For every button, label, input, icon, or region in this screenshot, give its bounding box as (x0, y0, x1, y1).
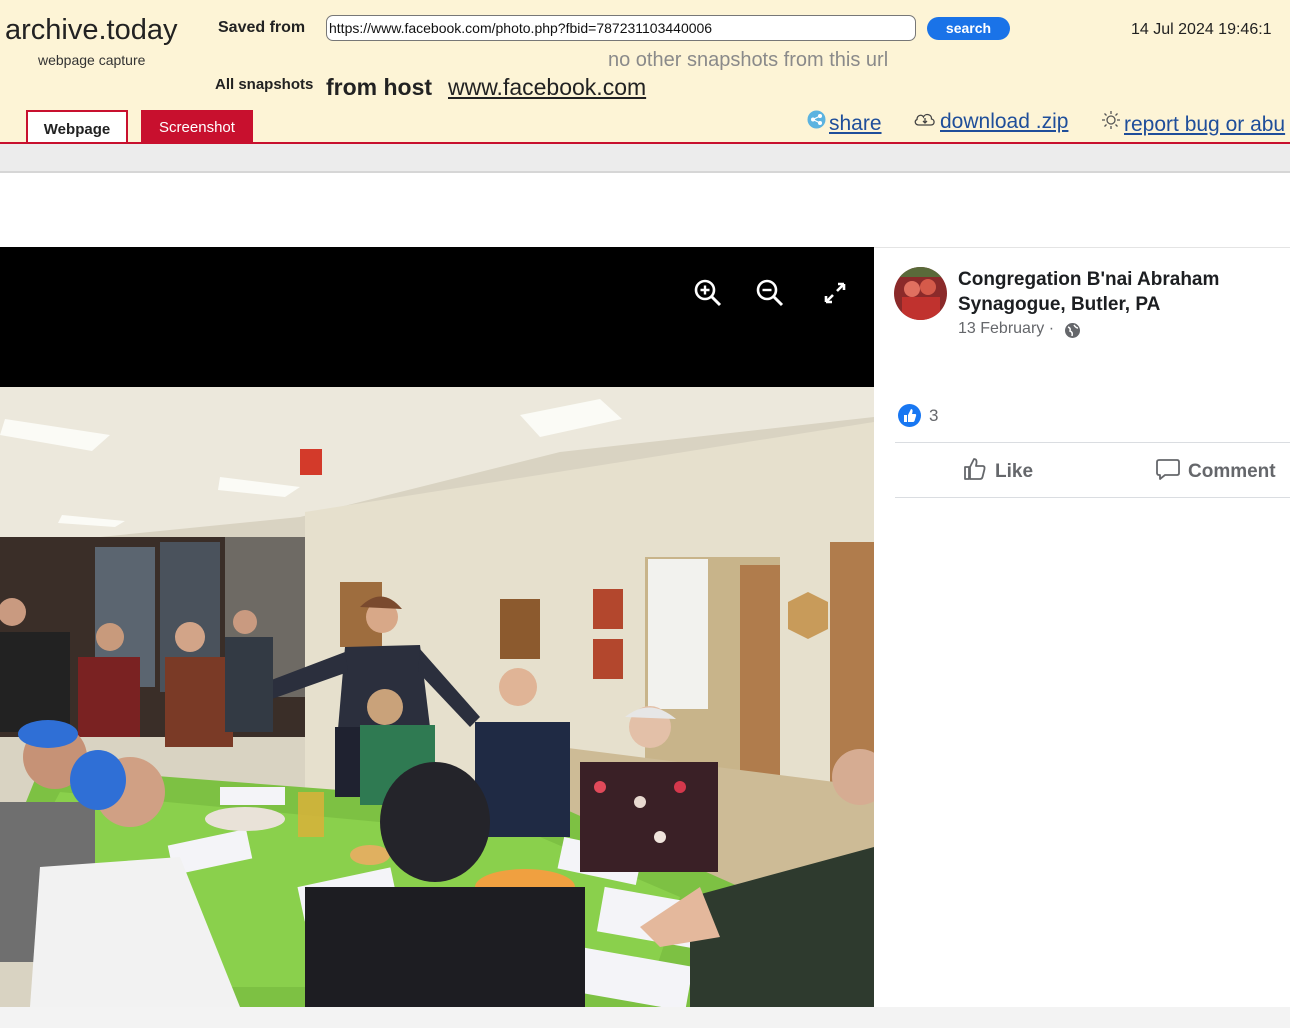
zoom-in-icon[interactable] (693, 278, 723, 308)
capture-timestamp: 14 Jul 2024 19:46:1 (1131, 21, 1272, 38)
post-date[interactable]: 13 February · (958, 320, 1054, 338)
thumbs-up-icon (964, 458, 986, 480)
download-zip-link[interactable]: download .zip (913, 110, 1068, 134)
like-reaction-icon[interactable] (898, 404, 921, 427)
toolbar-band (0, 144, 1290, 173)
date-separator: · (1048, 320, 1055, 337)
bottom-band (0, 1007, 1290, 1028)
report-link-label: report bug or abu (1124, 113, 1286, 136)
globe-icon (1065, 323, 1080, 338)
all-snapshots-label: All snapshots (215, 76, 314, 93)
like-button[interactable]: Like (962, 456, 1033, 486)
page-name-link[interactable]: Congregation B'nai Abraham Synagogue, Bu… (958, 267, 1258, 317)
download-link-label: download .zip (940, 110, 1069, 133)
share-icon (807, 110, 826, 134)
event-photo (0, 387, 874, 1007)
bug-icon (1101, 110, 1121, 135)
zoom-out-icon[interactable] (755, 278, 785, 308)
page-avatar[interactable] (894, 267, 947, 320)
report-bug-link[interactable]: report bug or abu (1101, 110, 1285, 137)
no-snapshots-text: no other snapshots from this url (608, 49, 889, 71)
like-button-label: Like (995, 461, 1034, 482)
share-link[interactable]: share (807, 110, 882, 136)
divider (895, 442, 1290, 443)
tab-webpage[interactable]: Webpage (26, 110, 128, 144)
tab-screenshot[interactable]: Screenshot (141, 110, 253, 144)
comment-icon (1156, 459, 1180, 480)
archive-logo[interactable]: archive.today (5, 14, 178, 47)
host-link[interactable]: www.facebook.com (448, 74, 646, 101)
post-side-panel (874, 247, 1290, 1008)
divider (895, 497, 1290, 498)
share-link-label: share (829, 112, 882, 135)
from-host-label: from host (326, 74, 433, 100)
photo-viewer[interactable] (0, 247, 874, 1007)
reaction-count[interactable]: 3 (929, 406, 938, 426)
comment-button[interactable]: Comment (1155, 456, 1276, 486)
fullscreen-icon[interactable] (820, 278, 850, 308)
search-button[interactable]: search (927, 17, 1010, 40)
archive-header: archive.today webpage capture Saved from… (0, 0, 1290, 144)
cloud-download-icon (913, 111, 937, 132)
post-date-text: 13 February (958, 320, 1045, 337)
url-input[interactable] (326, 15, 916, 41)
archive-logo-subtitle: webpage capture (38, 52, 146, 68)
saved-from-label: Saved from (218, 19, 306, 36)
comment-button-label: Comment (1188, 461, 1276, 482)
